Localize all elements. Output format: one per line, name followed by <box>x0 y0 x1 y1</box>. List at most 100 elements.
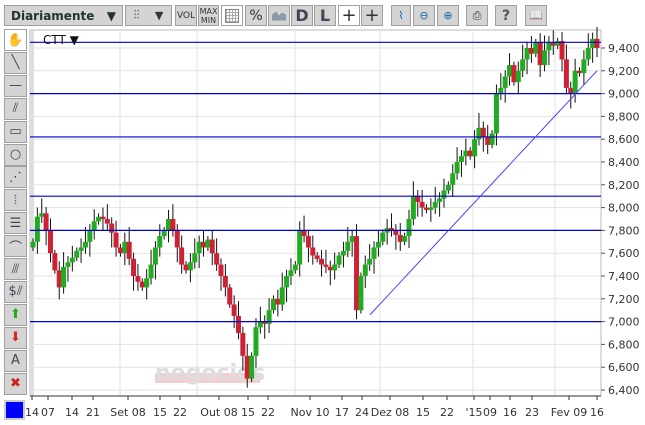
hand-tool-button[interactable]: ✋ <box>4 29 27 51</box>
candle-down <box>327 266 333 271</box>
y-tick-label: 7,200 <box>608 293 640 306</box>
candle-up <box>493 93 499 134</box>
candle-down <box>117 247 123 254</box>
candle-up <box>292 264 298 271</box>
grid-button[interactable] <box>221 5 243 26</box>
chevron-down-icon: ▼ <box>106 8 116 23</box>
x-tick-label: 24 <box>355 406 369 419</box>
period-select-value: Diariamente <box>11 8 95 23</box>
help-button[interactable]: ? <box>495 5 517 26</box>
channel-tool-button[interactable]: ⫻ <box>4 258 27 280</box>
candle-up <box>581 59 587 74</box>
candle-up <box>69 257 75 263</box>
candle-down <box>415 196 421 202</box>
candle-up <box>157 236 163 248</box>
zoom-in-button[interactable]: ⊕ <box>437 5 459 26</box>
y-tick-label: 7,000 <box>608 316 640 329</box>
rectangle-tool-button[interactable]: ▭ <box>4 120 27 143</box>
parallel-line-tool-button[interactable]: ⫽ <box>4 97 27 120</box>
chart-type-select[interactable]: ⫶⫶ ▼ <box>125 5 172 26</box>
candle-up <box>472 139 478 157</box>
grid-icon <box>225 8 239 23</box>
candle-down <box>170 219 176 231</box>
y-tick-label: 9,400 <box>608 42 640 55</box>
manual-button[interactable]: 📖 <box>525 5 547 26</box>
horizontal-line-tool-button[interactable]: — <box>4 74 27 97</box>
fan-icon: ⋰ <box>9 169 22 185</box>
symbol-select[interactable]: CTT ▼ <box>43 33 80 47</box>
candle-up <box>91 221 97 231</box>
candle-down <box>568 87 574 94</box>
printer-icon: ⎙ <box>472 8 482 22</box>
candle-up <box>65 262 71 267</box>
percent-label: % <box>249 7 263 24</box>
volume-button[interactable]: VOL <box>175 5 197 26</box>
x-tick-label: 17 <box>335 406 349 419</box>
l-button[interactable]: L <box>314 5 336 26</box>
d-label: D <box>295 6 309 25</box>
candle-down <box>179 247 185 265</box>
candle-down <box>52 253 58 271</box>
x-tick-label: 14 <box>65 406 79 419</box>
candle-up <box>39 213 45 217</box>
line-tool-button[interactable]: ╲ <box>4 51 27 74</box>
candle-up <box>572 70 578 94</box>
crosshair-l-icon: + <box>364 5 380 26</box>
x-tick-label: Fev 09 <box>551 406 588 419</box>
percent-button[interactable]: % <box>245 5 267 26</box>
candle-up <box>432 201 438 208</box>
candle-up <box>533 42 539 54</box>
circle-icon: ○ <box>9 147 22 162</box>
fan-tool-button[interactable]: ⋰ <box>4 166 27 189</box>
y-tick-label: 6,800 <box>608 338 640 351</box>
area-button[interactable] <box>268 5 290 26</box>
candle-down <box>56 270 62 288</box>
channel-icon: ⫻ <box>11 261 20 277</box>
candle-down <box>419 201 425 208</box>
sell-arrow-tool-button[interactable]: ⬇ <box>4 326 27 349</box>
candle-up <box>520 59 526 71</box>
circle-tool-button[interactable]: ○ <box>4 143 27 166</box>
horizontal-grid-tool-button[interactable]: ☰ <box>4 212 27 235</box>
y-tick-label: 8,800 <box>608 110 640 123</box>
crosshair-button[interactable]: + <box>338 5 360 26</box>
candle-up <box>270 298 276 311</box>
d-button[interactable]: D <box>291 5 313 26</box>
color-swatch[interactable] <box>4 400 25 420</box>
candle-up <box>74 250 80 258</box>
candle-down <box>244 355 250 379</box>
zoom-out-button[interactable]: ⊖ <box>413 5 435 26</box>
min-label: MIN <box>200 15 217 25</box>
parallel-line-icon: ⫽ <box>12 101 19 117</box>
candle-down <box>113 232 119 248</box>
period-select[interactable]: Diariamente ▼ <box>4 5 123 26</box>
price-chart[interactable]: 9,400 9,200 9,000 8,800 8,600 8,400 8,200 8,000… <box>0 0 645 425</box>
line-icon: ╲ <box>11 55 20 71</box>
candle-up <box>441 190 447 199</box>
delete-tool-button[interactable]: ✖ <box>4 372 27 395</box>
text-tool-button[interactable]: A <box>4 349 27 372</box>
sell-arrow-icon: ⬇ <box>10 330 21 346</box>
candle-down <box>467 150 473 157</box>
arc-tool-button[interactable]: ⌒ <box>4 235 27 258</box>
y-tick-label: 8,200 <box>608 179 640 192</box>
vertical-grid-tool-button[interactable]: ⦙ <box>4 189 27 212</box>
candle-up <box>489 133 495 145</box>
candle-up <box>61 266 67 288</box>
candle-down <box>594 38 600 48</box>
candle-down <box>528 48 534 54</box>
buy-arrow-tool-button[interactable]: ⬆ <box>4 303 27 326</box>
x-tick-label: 16 <box>590 406 604 419</box>
crosshair-l-button[interactable]: + <box>361 5 383 26</box>
candle-up <box>590 38 596 48</box>
plot-area <box>29 29 602 397</box>
y-tick-label: 6,600 <box>608 361 640 374</box>
s-channel-tool-button[interactable]: $⫽ <box>4 280 27 303</box>
candle-down <box>209 239 215 254</box>
add-indicator-button[interactable]: ⌇ <box>391 5 411 26</box>
print-button[interactable]: ⎙ <box>466 5 488 26</box>
candle-down <box>305 236 311 248</box>
candle-down <box>126 241 132 259</box>
maxmin-button[interactable]: MAX MIN <box>198 5 219 26</box>
candle-down <box>577 70 583 74</box>
